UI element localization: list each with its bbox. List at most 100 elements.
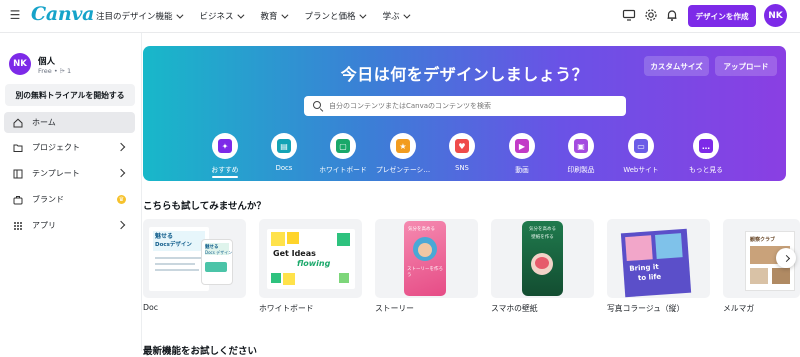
gear-icon[interactable] bbox=[644, 8, 658, 22]
folder-icon bbox=[13, 143, 23, 153]
custom-size-button[interactable]: カスタムサイズ bbox=[644, 56, 709, 76]
category-whiteboard[interactable]: ▢ ホワイトボード bbox=[313, 133, 373, 174]
chevron-right-icon bbox=[782, 254, 790, 262]
whiteboard-preview: Get Ideas flowing bbox=[267, 229, 355, 289]
wallpaper-subheadline: 壁紙を作る bbox=[531, 235, 554, 240]
chevron-right-icon[interactable] bbox=[116, 168, 126, 178]
sparkle-icon: ✦ bbox=[212, 133, 238, 159]
nav-item-learn[interactable]: 学ぶ bbox=[383, 10, 411, 22]
whiteboard-headline: Get Ideas bbox=[273, 249, 316, 258]
hero-banner: 今日は何をデザインしましょう？ カスタムサイズ アップロード ✦ おすすめ ▤ … bbox=[143, 46, 786, 181]
video-icon: ▶ bbox=[509, 133, 535, 159]
sidebar-item-label: ホーム bbox=[32, 118, 56, 127]
create-design-button[interactable]: デザインを作成 bbox=[688, 5, 756, 27]
whiteboard-icon: ▢ bbox=[330, 133, 356, 159]
category-recommended[interactable]: ✦ おすすめ bbox=[195, 133, 255, 178]
category-sns[interactable]: ♥ SNS bbox=[432, 133, 492, 172]
presentation-icon: ★ bbox=[390, 133, 416, 159]
brand-icon bbox=[13, 195, 23, 205]
card-label-phone-wallpaper[interactable]: スマホの壁紙 bbox=[491, 303, 538, 314]
sidebar-item-label: プロジェクト bbox=[32, 143, 80, 152]
chevron-down-icon bbox=[175, 11, 183, 19]
menu-icon[interactable]: ☰ bbox=[8, 8, 22, 22]
template-icon bbox=[13, 169, 23, 179]
sidebar-item-projects[interactable]: プロジェクト bbox=[4, 137, 135, 158]
nav-item-features[interactable]: 注目のデザイン機能 bbox=[96, 10, 183, 22]
card-label-newsletter[interactable]: メルマガ bbox=[723, 303, 754, 314]
story-headline: 気分を高める bbox=[408, 227, 435, 232]
chevron-down-icon bbox=[236, 11, 244, 19]
nav-item-business[interactable]: ビジネス bbox=[200, 10, 244, 22]
collage-subheadline: to life bbox=[637, 272, 662, 283]
print-icon: ▣ bbox=[568, 133, 594, 159]
social-icon: ♥ bbox=[449, 133, 475, 159]
top-bar: ☰ Canva 注目のデザイン機能 ビジネス 教育 プランと価格 学ぶ デザイン… bbox=[0, 0, 800, 32]
search-bar[interactable] bbox=[304, 96, 626, 116]
carousel-next-button[interactable] bbox=[776, 248, 796, 268]
template-card-phone-wallpaper[interactable]: 気分を高める 壁紙を作る bbox=[491, 219, 594, 298]
chevron-down-icon bbox=[402, 11, 411, 19]
docs-icon: ▤ bbox=[271, 133, 297, 159]
whiteboard-subheadline: flowing bbox=[297, 259, 331, 268]
user-plan: Free • ⩥ 1 bbox=[38, 67, 72, 75]
newsletter-headline: 観察クラブ bbox=[750, 237, 776, 243]
collage-headline: Bring it bbox=[629, 262, 659, 273]
chevron-right-icon[interactable] bbox=[116, 220, 126, 230]
top-nav: 注目のデザイン機能 ビジネス 教育 プランと価格 学ぶ bbox=[96, 0, 427, 32]
phone-preview: 魅せる Docs デザイン bbox=[201, 239, 233, 285]
user-name[interactable]: 個人 bbox=[38, 55, 55, 67]
card-label-story[interactable]: ストーリー bbox=[375, 303, 414, 314]
sidebar-item-brand[interactable]: ブランド ♛ bbox=[4, 189, 135, 210]
more-icon: … bbox=[693, 133, 719, 159]
story-preview: 気分を高める ストーリーを作ろう bbox=[404, 221, 446, 296]
upload-button[interactable]: アップロード bbox=[715, 56, 777, 76]
template-card-story[interactable]: 気分を高める ストーリーを作ろう bbox=[375, 219, 478, 298]
user-avatar[interactable]: NK bbox=[9, 53, 31, 75]
doc-subheadline: Docsデザイン bbox=[155, 242, 192, 248]
category-docs[interactable]: ▤ Docs bbox=[254, 133, 314, 172]
card-label-whiteboard[interactable]: ホワイトボード bbox=[259, 303, 314, 314]
card-label-doc[interactable]: Doc bbox=[143, 303, 158, 312]
category-video[interactable]: ▶ 動画 bbox=[492, 133, 552, 174]
start-trial-button[interactable]: 別の無料トライアルを開始する bbox=[5, 84, 135, 106]
template-card-whiteboard[interactable]: Get Ideas flowing bbox=[259, 219, 362, 298]
sidebar-item-label: テンプレート bbox=[32, 169, 80, 178]
website-icon: ▭ bbox=[628, 133, 654, 159]
sidebar-item-label: ブランド bbox=[32, 195, 64, 204]
home-icon bbox=[13, 118, 23, 128]
apps-icon bbox=[13, 221, 23, 231]
chevron-down-icon bbox=[358, 11, 367, 19]
desktop-icon[interactable] bbox=[622, 8, 636, 22]
category-print[interactable]: ▣ 印刷製品 bbox=[551, 133, 611, 174]
sidebar-item-label: アプリ bbox=[32, 221, 56, 230]
bell-icon[interactable] bbox=[665, 8, 679, 22]
chevron-down-icon bbox=[280, 11, 288, 19]
canva-logo[interactable]: Canva bbox=[31, 3, 94, 25]
section-title-try: こちらも試してみませんか？ bbox=[143, 201, 266, 212]
template-card-doc[interactable]: 魅せる Docsデザイン 魅せる Docs デザイン bbox=[143, 219, 246, 298]
sidebar-item-templates[interactable]: テンプレート bbox=[4, 163, 135, 184]
wallpaper-headline: 気分を高める bbox=[529, 227, 556, 232]
doc-preview: 魅せる Docsデザイン bbox=[149, 227, 209, 291]
wallpaper-preview: 気分を高める 壁紙を作る bbox=[522, 221, 563, 296]
sidebar-divider bbox=[141, 33, 142, 351]
section-title-new-features: 最新機能をお試しください bbox=[143, 346, 258, 357]
doc-mobile-subheadline: Docs デザイン bbox=[205, 250, 233, 255]
category-more[interactable]: … もっと見る bbox=[676, 133, 736, 174]
category-website[interactable]: ▭ Webサイト bbox=[611, 133, 671, 174]
search-icon bbox=[312, 100, 324, 112]
avatar[interactable]: NK bbox=[764, 4, 787, 27]
doc-headline: 魅せる bbox=[155, 233, 174, 240]
template-card-collage[interactable]: Bring it to life bbox=[607, 219, 710, 298]
sidebar-item-apps[interactable]: アプリ bbox=[4, 215, 135, 236]
collage-preview: Bring it to life bbox=[620, 228, 692, 298]
story-subheadline: ストーリーを作ろう bbox=[407, 267, 443, 278]
card-label-collage[interactable]: 写真コラージュ（縦） bbox=[607, 303, 684, 314]
category-presentation[interactable]: ★ プレゼンテーシ… bbox=[373, 133, 433, 174]
nav-item-pricing[interactable]: プランと価格 bbox=[305, 10, 367, 22]
chevron-right-icon[interactable] bbox=[116, 142, 126, 152]
sidebar-item-home[interactable]: ホーム bbox=[4, 112, 135, 133]
sidebar: NK 個人 Free • ⩥ 1 別の無料トライアルを開始する ホーム プロジェ… bbox=[0, 33, 141, 351]
nav-item-education[interactable]: 教育 bbox=[261, 10, 288, 22]
search-input[interactable] bbox=[329, 102, 626, 110]
